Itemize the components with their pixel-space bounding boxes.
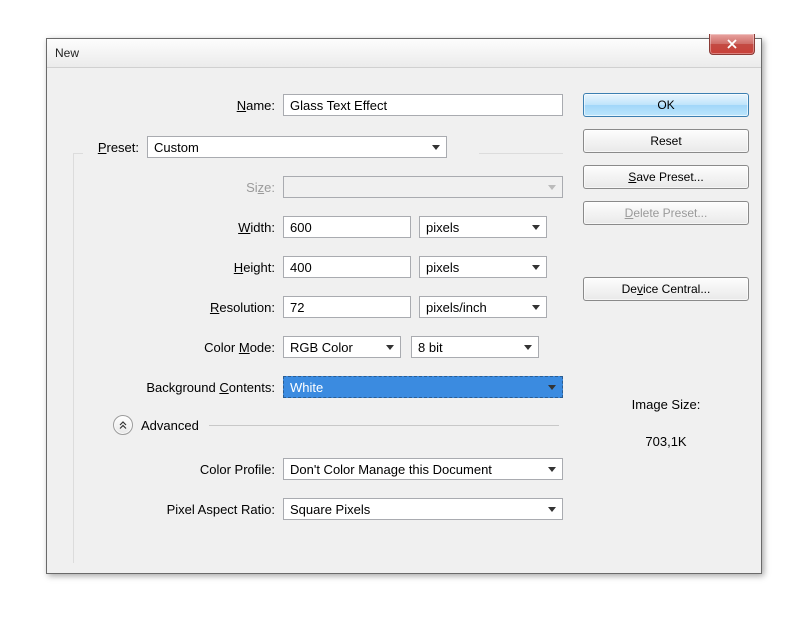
close-button[interactable] bbox=[709, 34, 755, 55]
form-area: Name: Preset: Custom Size: bbox=[59, 75, 563, 561]
resolution-row: Resolution: pixels/inch bbox=[59, 295, 563, 319]
profile-value: Don't Color Manage this Document bbox=[290, 462, 492, 477]
width-unit-value: pixels bbox=[426, 220, 459, 235]
profile-label: Color Profile: bbox=[59, 462, 283, 477]
spacer bbox=[583, 237, 749, 265]
advanced-divider bbox=[209, 425, 559, 426]
profile-row: Color Profile: Don't Color Manage this D… bbox=[59, 457, 563, 481]
height-label: Height: bbox=[59, 260, 283, 275]
save-preset-button[interactable]: Save Preset... bbox=[583, 165, 749, 189]
image-size-label: Image Size: bbox=[583, 397, 749, 412]
resolution-label: Resolution: bbox=[59, 300, 283, 315]
height-unit-value: pixels bbox=[426, 260, 459, 275]
close-icon bbox=[726, 39, 738, 49]
par-select[interactable]: Square Pixels bbox=[283, 498, 563, 520]
width-input[interactable] bbox=[283, 216, 411, 238]
bgcontents-label: Background Contents: bbox=[59, 380, 283, 395]
bgcontents-select[interactable]: White bbox=[283, 376, 563, 398]
buttons-area: OK Reset Save Preset... Delete Preset...… bbox=[583, 75, 749, 561]
image-size-value: 703,1K bbox=[583, 434, 749, 449]
advanced-toggle-button[interactable] bbox=[113, 415, 133, 435]
colordepth-value: 8 bit bbox=[418, 340, 443, 355]
preset-row: Preset: Custom bbox=[59, 135, 563, 159]
titlebar[interactable]: New bbox=[47, 39, 761, 68]
double-chevron-up-icon bbox=[118, 420, 128, 430]
bgcontents-row: Background Contents: White bbox=[59, 375, 563, 399]
new-document-dialog: New Name: Preset: bbox=[46, 38, 762, 574]
resolution-input[interactable] bbox=[283, 296, 411, 318]
delete-preset-button: Delete Preset... bbox=[583, 201, 749, 225]
ok-button[interactable]: OK bbox=[583, 93, 749, 117]
reset-button[interactable]: Reset bbox=[583, 129, 749, 153]
advanced-toggle-row: Advanced bbox=[59, 415, 563, 435]
profile-select[interactable]: Don't Color Manage this Document bbox=[283, 458, 563, 480]
name-label: Name: bbox=[59, 98, 283, 113]
width-row: Width: pixels bbox=[59, 215, 563, 239]
colormode-select[interactable]: RGB Color bbox=[283, 336, 401, 358]
size-select bbox=[283, 176, 563, 198]
name-row: Name: bbox=[59, 75, 563, 117]
reset-label: Reset bbox=[650, 134, 681, 148]
ok-label: OK bbox=[657, 98, 674, 112]
device-central-button[interactable]: Device Central... bbox=[583, 277, 749, 301]
preset-label: Preset: bbox=[59, 140, 147, 155]
preset-value: Custom bbox=[154, 140, 199, 155]
resolution-unit-select[interactable]: pixels/inch bbox=[419, 296, 547, 318]
height-input[interactable] bbox=[283, 256, 411, 278]
width-label: Width: bbox=[59, 220, 283, 235]
device-central-label: Device Central... bbox=[622, 282, 711, 296]
colormode-label: Color Mode: bbox=[59, 340, 283, 355]
colormode-row: Color Mode: RGB Color 8 bit bbox=[59, 335, 563, 359]
save-preset-label: Save Preset... bbox=[628, 170, 703, 184]
size-row: Size: bbox=[59, 175, 563, 199]
size-label: Size: bbox=[59, 180, 283, 195]
par-label: Pixel Aspect Ratio: bbox=[59, 502, 283, 517]
par-value: Square Pixels bbox=[290, 502, 370, 517]
window-title: New bbox=[55, 46, 79, 60]
name-input[interactable] bbox=[283, 94, 563, 116]
delete-preset-label: Delete Preset... bbox=[625, 206, 708, 220]
groupbox-rule bbox=[73, 153, 75, 563]
par-row: Pixel Aspect Ratio: Square Pixels bbox=[59, 497, 563, 521]
height-row: Height: pixels bbox=[59, 255, 563, 279]
resolution-unit-value: pixels/inch bbox=[426, 300, 487, 315]
height-unit-select[interactable]: pixels bbox=[419, 256, 547, 278]
colordepth-select[interactable]: 8 bit bbox=[411, 336, 539, 358]
width-unit-select[interactable]: pixels bbox=[419, 216, 547, 238]
advanced-label: Advanced bbox=[141, 418, 199, 433]
bgcontents-value: White bbox=[290, 380, 323, 395]
colormode-value: RGB Color bbox=[290, 340, 353, 355]
preset-select[interactable]: Custom bbox=[147, 136, 447, 158]
